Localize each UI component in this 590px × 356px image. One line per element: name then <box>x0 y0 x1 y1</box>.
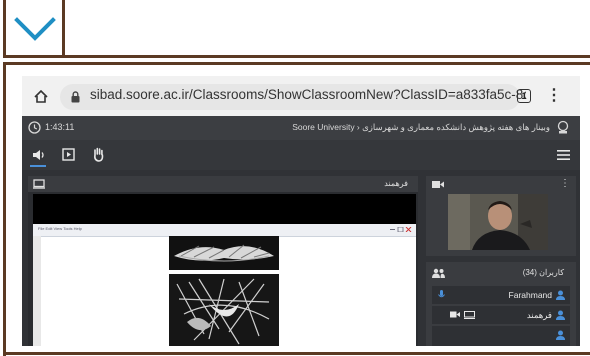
raise-hand-icon[interactable] <box>92 147 105 162</box>
participants-title: کاربران (34) <box>522 268 564 277</box>
university-logo-icon <box>557 120 569 134</box>
architecture-image-bottom <box>169 274 279 346</box>
clock-icon <box>28 121 41 134</box>
participant-name: فرهمند <box>526 310 552 320</box>
user-icon <box>556 330 565 340</box>
participant-row[interactable] <box>432 326 570 346</box>
participants-panel: کاربران (34) Farahmand فرهمند <box>426 262 576 346</box>
user-icon <box>556 310 565 320</box>
hamburger-menu-icon[interactable] <box>557 150 570 160</box>
screen-share-header: فرهمند <box>28 176 418 192</box>
browser-menu-icon[interactable]: ⋮ <box>546 86 562 106</box>
presenter-name: فرهمند <box>384 179 408 188</box>
divider-bottom <box>3 352 590 355</box>
elapsed-time: 1:43:11 <box>45 122 75 132</box>
video-camera-icon <box>432 181 444 188</box>
chevron-down-icon[interactable] <box>14 16 56 42</box>
lock-icon[interactable] <box>71 91 80 103</box>
active-tab-indicator <box>30 165 46 167</box>
screen-share-panel: فرهمند File Edit View Tools Help <box>28 176 418 346</box>
screenshot: sibad.soore.ac.ir/Classrooms/ShowClassro… <box>22 76 580 346</box>
microphone-icon <box>438 290 445 298</box>
webcam-options-icon[interactable]: ⋮ <box>560 178 570 189</box>
media-player-icon[interactable] <box>62 148 75 161</box>
speaker-icon[interactable] <box>32 149 46 161</box>
participants-icon <box>432 268 445 278</box>
participant-row[interactable]: Farahmand <box>432 286 570 304</box>
classroom-app: 1:43:11 Soore University › وبینار های هف… <box>22 116 580 346</box>
tab-switcher-icon[interactable]: 1 <box>517 89 531 103</box>
breadcrumb[interactable]: Soore University › وبینار های هفته پژوهش… <box>292 122 550 133</box>
presenter-video-frame <box>448 194 548 250</box>
video-camera-icon <box>450 311 460 318</box>
participant-row[interactable]: فرهمند <box>432 306 570 324</box>
structural-sketch-image <box>176 278 270 345</box>
user-icon <box>556 290 565 300</box>
shared-app-sidebar <box>33 236 41 346</box>
url-text[interactable]: sibad.soore.ac.ir/Classrooms/ShowClassro… <box>90 87 526 102</box>
screen-share-icon <box>33 179 45 189</box>
app-header: 1:43:11 Soore University › وبینار های هف… <box>22 116 580 140</box>
screen-share-letterbox <box>33 194 416 224</box>
architecture-image-top <box>169 236 279 270</box>
canopy-structure-image <box>174 244 274 262</box>
shared-screen-content: File Edit View Tools Help <box>33 224 416 346</box>
webcam-panel: ⋮ <box>426 176 576 256</box>
divider-top <box>62 55 590 58</box>
browser-toolbar: sibad.soore.ac.ir/Classrooms/ShowClassro… <box>22 76 580 116</box>
window-controls-icon <box>390 227 412 232</box>
participant-name: Farahmand <box>508 290 552 300</box>
webcam-video <box>448 194 548 250</box>
shared-app-menu: File Edit View Tools Help <box>38 226 82 231</box>
class-toolbar <box>22 140 580 170</box>
screen-share-icon <box>464 311 475 319</box>
home-icon[interactable] <box>34 90 48 103</box>
collapse-box[interactable] <box>3 0 65 58</box>
